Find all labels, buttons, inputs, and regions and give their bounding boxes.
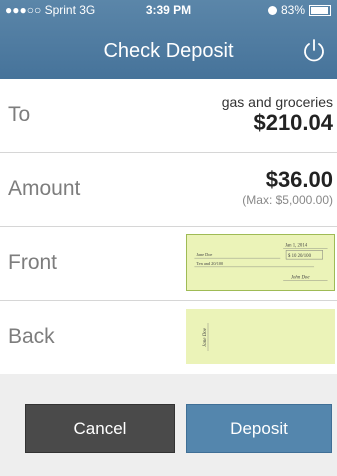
back-label: Back [8, 325, 55, 348]
battery-fill [311, 6, 328, 14]
max-amount-note: (Max: $5,000.00) [242, 193, 333, 207]
front-row[interactable]: Front Jan 1, 2014 Jane Doe $ 10 20/100 T… [0, 227, 337, 301]
check-date: Jan 1, 2014 [285, 244, 308, 249]
endorsement-signature: Jane Doe [203, 327, 208, 347]
account-name: gas and groceries [221, 94, 333, 110]
power-icon[interactable] [301, 38, 327, 64]
check-back-image[interactable]: Jane Doe [186, 309, 335, 364]
deposit-form: To gas and groceries $210.04 Amount $36.… [0, 79, 337, 374]
account-balance: $210.04 [253, 110, 333, 135]
amount-value: $36.00 [265, 167, 333, 192]
to-label: To [8, 103, 31, 126]
battery-percent: 83% [280, 3, 305, 17]
alarm-icon [267, 5, 277, 15]
amount-value-group: $36.00 (Max: $5,000.00) [242, 167, 333, 207]
check-written-amount: Ten and 20/100 [196, 261, 223, 266]
deposit-button[interactable]: Deposit [186, 404, 332, 453]
amount-row[interactable]: Amount $36.00 (Max: $5,000.00) [0, 153, 337, 227]
back-row[interactable]: Back Jane Doe [0, 301, 337, 374]
page-title: Check Deposit [103, 40, 234, 62]
action-buttons: Cancel Deposit [0, 404, 337, 460]
battery-status: 83% [267, 0, 331, 20]
check-payee: Jane Doe [196, 252, 212, 257]
check-front-image[interactable]: Jan 1, 2014 Jane Doe $ 10 20/100 Ten and… [186, 234, 335, 291]
to-account: gas and groceries $210.04 [222, 94, 333, 136]
cancel-button[interactable]: Cancel [25, 404, 175, 453]
check-signature: John Doe [291, 275, 310, 280]
amount-label: Amount [8, 177, 81, 200]
to-row[interactable]: To gas and groceries $210.04 [0, 79, 337, 153]
front-label: Front [8, 251, 58, 274]
status-bar: ●●●○○ Sprint 3G 3:39 PM 83% [0, 0, 337, 20]
app-header: ●●●○○ Sprint 3G 3:39 PM 83% Check Deposi… [0, 0, 337, 79]
check-amount-box: $ 10 20/100 [288, 254, 312, 259]
battery-icon [309, 4, 331, 16]
